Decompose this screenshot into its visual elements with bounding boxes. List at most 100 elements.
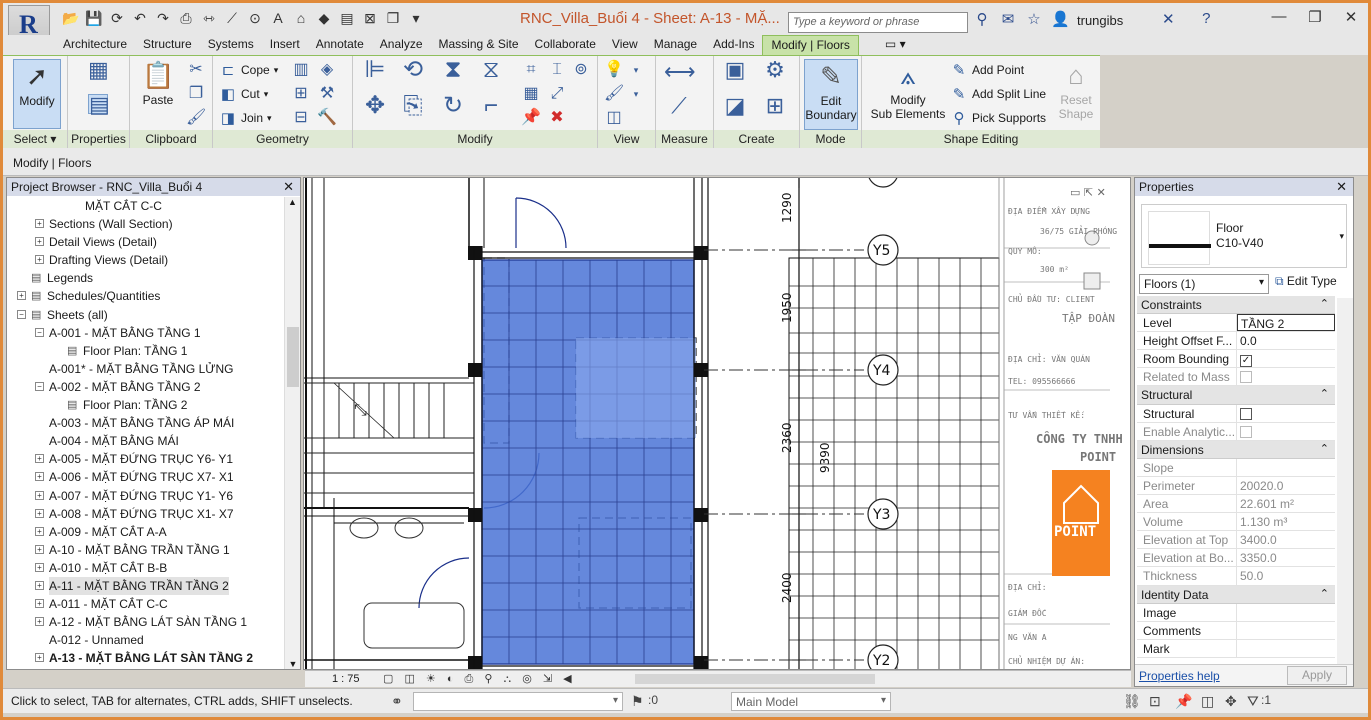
tree-item[interactable]: A-004 - MẶT BẰNG MÁI — [7, 432, 283, 450]
select-panel-label[interactable]: Select ▾ — [3, 130, 67, 148]
unpin-icon[interactable]: ⊚ — [571, 60, 591, 80]
tree-item[interactable]: + A-010 - MẶT CẮT B-B — [7, 559, 283, 577]
property-value[interactable]: 0.0 — [1237, 332, 1335, 349]
restore-icon[interactable]: ❐ — [1306, 8, 1324, 28]
checkbox[interactable] — [1240, 407, 1252, 420]
mirror-axis-icon[interactable]: ⧗ — [439, 58, 467, 88]
switch-windows-icon[interactable]: ❐ — [383, 8, 403, 28]
measure-icon[interactable]: ⇿ — [199, 8, 219, 28]
tree-item[interactable]: + ▤ Schedules/Quantities — [7, 287, 283, 305]
property-value[interactable] — [1237, 604, 1335, 621]
type-properties-icon[interactable]: ▦ — [88, 59, 109, 81]
wall-joins-icon[interactable]: ⊞ — [291, 84, 311, 104]
trim-icon[interactable]: ⌐ — [477, 94, 505, 124]
cope-button[interactable]: ⊏ Cope ▾ — [219, 61, 279, 79]
collapse-icon[interactable]: − — [17, 309, 26, 319]
expand-icon[interactable]: + — [35, 472, 44, 482]
design-option-select[interactable]: Main Model ▾ — [731, 692, 891, 711]
modify-sub-elements-button[interactable]: ⟑ Modify Sub Elements — [868, 59, 948, 121]
open-icon[interactable]: 📂 — [61, 8, 81, 28]
collapse-icon[interactable]: − — [35, 327, 44, 337]
undo-icon[interactable]: ↶ — [130, 8, 150, 28]
save-icon[interactable]: 💾 — [84, 8, 104, 28]
expand-icon[interactable]: + — [35, 580, 44, 590]
expand-icon[interactable]: + — [35, 508, 44, 518]
expand-icon[interactable]: + — [35, 454, 44, 464]
type-selector[interactable]: Floor C10-V40 ▾ — [1141, 204, 1347, 268]
tree-item[interactable]: ▤ Legends — [7, 269, 283, 287]
property-checkbox[interactable] — [1237, 405, 1335, 422]
split-icon[interactable]: ⌗ — [521, 60, 541, 80]
tab-collaborate[interactable]: Collaborate — [527, 35, 604, 55]
paste-button[interactable]: 📋 Paste — [138, 59, 178, 107]
create-similar-icon[interactable]: ⊞ — [760, 95, 790, 126]
collapse-icon[interactable]: − — [35, 381, 44, 391]
demolish-icon[interactable]: ⚒ — [317, 84, 337, 104]
add-point-button[interactable]: ✎ Add Point — [950, 61, 1024, 79]
add-split-line-button[interactable]: ✎ Add Split Line — [950, 85, 1046, 103]
tree-item[interactable]: ▤ Floor Plan: TẦNG 2 — [7, 396, 283, 414]
tree-item[interactable]: A-003 - MẶT BẰNG TẦNG ÁP MÁI — [7, 414, 283, 432]
scroll-up-icon[interactable]: ▲ — [285, 197, 300, 207]
tab-analyze[interactable]: Analyze — [372, 35, 431, 55]
customize-qat-icon[interactable]: ▾ — [406, 8, 426, 28]
tree-item[interactable]: + A-008 - MẶT ĐỨNG TRỤC X1- X7 — [7, 505, 283, 523]
close-icon[interactable]: ✕ — [1336, 179, 1347, 195]
create-parts-icon[interactable]: ⚙ — [760, 59, 790, 90]
property-group-header[interactable]: Constraints ⌃ — [1137, 296, 1335, 315]
instance-filter-select[interactable]: Floors (1) ▾ — [1139, 274, 1269, 294]
star-icon[interactable]: ☆ — [1025, 10, 1043, 30]
minimize-icon[interactable]: — — [1270, 8, 1288, 28]
help-icon[interactable]: ? — [1197, 10, 1215, 30]
horizontal-scrollbar[interactable] — [635, 674, 875, 684]
print-icon[interactable]: ⎙ — [176, 8, 196, 28]
match-type-icon[interactable]: 🖌 — [186, 108, 206, 128]
move-icon[interactable]: ✥ — [361, 94, 389, 124]
view-dropdown2-icon[interactable]: ▾ — [626, 84, 646, 104]
tree-item[interactable]: MẶT CẮT C-C — [7, 197, 283, 215]
align-dimension-icon[interactable]: ⟋ — [222, 8, 242, 28]
cut-geometry-button[interactable]: ◧ Cut ▾ — [219, 85, 268, 103]
selected-floor[interactable] — [481, 259, 695, 665]
reset-shape-button[interactable]: ⌂ Reset Shape — [1056, 59, 1096, 121]
expand-icon[interactable]: + — [35, 562, 44, 572]
array-icon[interactable]: ▦ — [521, 84, 541, 104]
tree-item[interactable]: + A-11 - MẶT BẰNG TRẦN TẦNG 2 — [7, 576, 283, 595]
3d-view-icon[interactable]: ⌂ — [291, 8, 311, 28]
expand-icon[interactable]: + — [35, 490, 44, 500]
tab-manage[interactable]: Manage — [646, 35, 705, 55]
copy-element-icon[interactable]: ⎘ — [399, 94, 427, 124]
align-icon[interactable]: ⊫ — [361, 58, 389, 88]
tree-item[interactable]: A-001* - MẶT BẰNG TẦNG LỬNG — [7, 360, 283, 378]
tree-item[interactable]: + Sections (Wall Section) — [7, 215, 283, 233]
paint-icon[interactable]: ◈ — [317, 60, 337, 80]
properties-help-link[interactable]: Properties help — [1139, 669, 1220, 683]
pin-icon[interactable]: 📌 — [521, 108, 541, 128]
collapse-icon[interactable]: ⌃ — [1320, 442, 1329, 455]
measure-between-icon[interactable]: ⟷ — [664, 61, 696, 83]
view-control-icons[interactable]: ▢ ◫ ☀ ◐ ⎙ ⚲ ⛬ ◎ ⇲ ◀ — [383, 672, 576, 686]
close-icon[interactable]: ✕ — [1342, 8, 1360, 28]
tab-massing-site[interactable]: Massing & Site — [431, 35, 527, 55]
redo-icon[interactable]: ↷ — [153, 8, 173, 28]
floor-plan-drawing[interactable]: ⤡ ▭ ⇱ ✕ Y5 Y4 Y3 Y2 1290 1950 2360 9390 … — [304, 178, 1131, 670]
edit-boundary-button[interactable]: ✎ Edit Boundary — [804, 59, 858, 130]
tree-item[interactable]: − ▤ Sheets (all) — [7, 306, 283, 324]
view-dropdown-icon[interactable]: ▾ — [626, 60, 646, 80]
filter-icon[interactable]: ⛛ — [1247, 693, 1259, 710]
edit-type-button[interactable]: ⧉ Edit Type — [1275, 274, 1337, 289]
scroll-thumb[interactable] — [287, 327, 299, 387]
property-value[interactable] — [1237, 622, 1335, 639]
aligned-dimension-icon[interactable]: ⟋ — [664, 95, 694, 117]
property-checkbox[interactable]: ✓ — [1237, 350, 1335, 368]
tree-item[interactable]: + A-13 - MẶT BẰNG LÁT SÀN TẦNG 2 — [7, 649, 283, 667]
workset-select[interactable]: ▾ — [413, 692, 623, 711]
override-graphics-icon[interactable]: 🖌 — [604, 84, 624, 104]
cut-icon[interactable]: ✂ — [186, 60, 206, 80]
tab-modify-floors[interactable]: Modify | Floors — [762, 35, 859, 55]
property-group-header[interactable]: Dimensions ⌃ — [1137, 440, 1335, 459]
join-button[interactable]: ◨ Join ▾ — [219, 109, 272, 127]
tree-item[interactable]: + A-006 - MẶT ĐỨNG TRỤC X7- X1 — [7, 468, 283, 486]
pick-supports-button[interactable]: ⚲ Pick Supports — [950, 109, 1047, 127]
collapse-icon[interactable]: ⌃ — [1320, 387, 1329, 400]
